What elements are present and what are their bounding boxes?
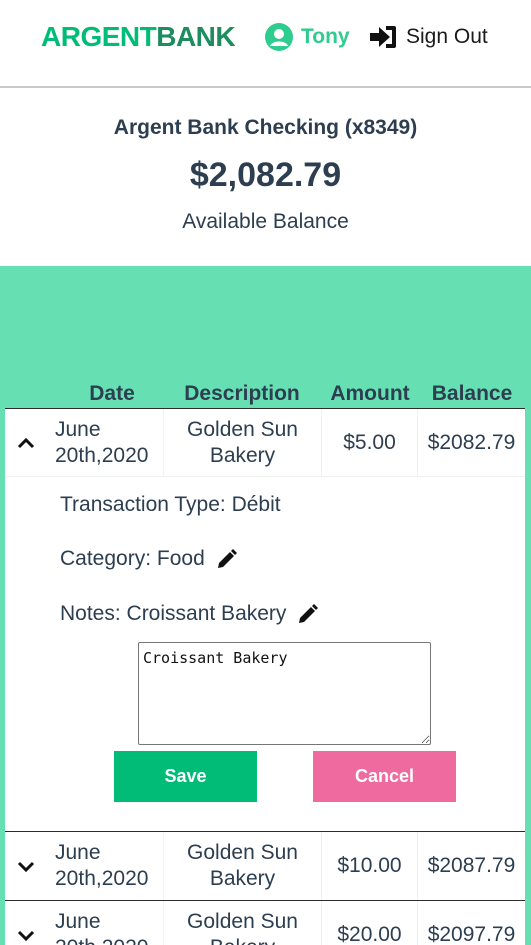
- category-text: Category: Food: [60, 547, 205, 570]
- row-toggle-button[interactable]: [5, 901, 47, 945]
- transaction-row[interactable]: June 20th,2020 Golden Sun Bakery $5.00 $…: [5, 409, 525, 477]
- sign-out-label: Sign Out: [406, 25, 488, 48]
- user-name: Tony: [301, 25, 350, 48]
- chevron-up-icon: [17, 437, 35, 449]
- transaction-description: Golden Sun Bakery: [163, 409, 321, 477]
- transaction-balance: $2082.79: [417, 409, 525, 477]
- logo-text-bank: BANK: [156, 21, 236, 52]
- transaction-type-text: Transaction Type: Débit: [60, 493, 281, 516]
- row-toggle-button[interactable]: [5, 409, 47, 477]
- account-title: Argent Bank Checking (x8349): [113, 116, 418, 139]
- transaction-notes: Notes: Croissant Bakery: [60, 599, 319, 629]
- notes-text: Notes: Croissant Bakery: [60, 602, 287, 625]
- pencil-icon[interactable]: [217, 549, 237, 569]
- pencil-icon[interactable]: [298, 604, 319, 624]
- cancel-button[interactable]: Cancel: [313, 751, 456, 802]
- save-button[interactable]: Save: [114, 751, 257, 802]
- transaction-balance: $2087.79: [417, 832, 525, 900]
- chevron-down-icon: [17, 930, 35, 941]
- chevron-down-icon: [17, 861, 35, 872]
- transaction-description: Golden Sun Bakery: [163, 832, 321, 900]
- transaction-description: Golden Sun Bakery: [163, 901, 321, 945]
- argent-bank-logo[interactable]: ARGENTBANK: [41, 20, 236, 54]
- transaction-amount: $5.00: [321, 409, 417, 477]
- transaction-date: June 20th,2020: [55, 418, 149, 467]
- transaction-type: Transaction Type: Débit: [60, 490, 281, 520]
- column-header-description: Description: [184, 382, 300, 405]
- column-header-date: Date: [89, 382, 135, 405]
- transaction-date: June 20th,2020: [55, 841, 149, 890]
- transaction-amount: $10.00: [321, 832, 417, 900]
- transaction-date: June 20th,2020: [55, 910, 148, 945]
- user-profile-link[interactable]: Tony: [265, 22, 350, 52]
- column-header-balance: Balance: [431, 382, 513, 405]
- main-nav: ARGENTBANK Tony Sign Out: [0, 0, 531, 88]
- transaction-row[interactable]: June 20th,2020 Golden Sun Bakery $10.00 …: [5, 832, 525, 900]
- user-circle-icon: [265, 23, 293, 51]
- transaction-balance: $2097.79: [417, 901, 525, 945]
- column-header-amount: Amount: [330, 382, 410, 405]
- transaction-row[interactable]: June 20th,2020 Golden Sun Bakery $20.00 …: [5, 901, 525, 945]
- transaction-amount: $20.00: [321, 901, 417, 945]
- sign-out-link[interactable]: Sign Out: [368, 22, 488, 52]
- row-separator: [5, 476, 525, 477]
- row-toggle-button[interactable]: [5, 832, 47, 900]
- transaction-category: Category: Food: [60, 544, 237, 574]
- sign-out-icon: [370, 26, 396, 48]
- notes-textarea[interactable]: Croissant Bakery: [138, 642, 431, 745]
- account-balance-label: Available Balance: [182, 210, 349, 233]
- account-balance: $2,082.79: [189, 156, 342, 194]
- logo-text-argent: ARGENT: [41, 21, 157, 52]
